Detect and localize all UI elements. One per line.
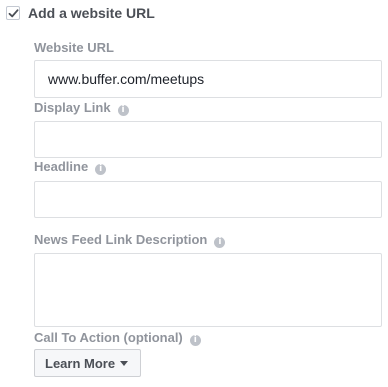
checkmark-icon — [8, 9, 19, 18]
info-icon[interactable]: i — [95, 164, 107, 175]
chevron-down-icon — [120, 360, 129, 366]
call-to-action-dropdown[interactable]: Learn More — [34, 349, 141, 377]
call-to-action-selected: Learn More — [45, 355, 116, 371]
website-url-input[interactable] — [34, 60, 382, 98]
call-to-action-label-row: Call To Action (optional) i — [34, 330, 201, 346]
headline-label: Headline — [34, 159, 89, 174]
info-icon[interactable]: i — [214, 237, 226, 248]
news-feed-description-label-row: News Feed Link Description i — [34, 232, 226, 248]
display-link-label-row: Display Link i — [34, 100, 129, 116]
headline-label-row: Headline i — [34, 159, 107, 175]
news-feed-description-label: News Feed Link Description — [34, 232, 208, 247]
news-feed-description-textarea[interactable] — [34, 253, 382, 327]
info-icon[interactable]: i — [189, 335, 201, 346]
website-url-label: Website URL — [34, 40, 114, 55]
headline-input[interactable] — [34, 181, 382, 218]
call-to-action-label: Call To Action (optional) — [34, 330, 183, 345]
display-link-input[interactable] — [34, 121, 382, 158]
add-website-url-label: Add a website URL — [28, 5, 155, 21]
display-link-label: Display Link — [34, 100, 111, 115]
add-website-url-checkbox[interactable] — [6, 6, 20, 20]
info-icon[interactable]: i — [117, 105, 129, 116]
